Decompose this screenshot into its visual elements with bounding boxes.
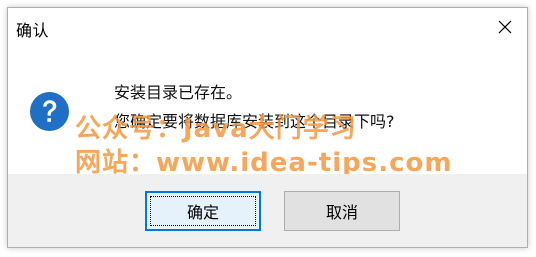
message-line-1: 安装目录已存在。	[114, 83, 243, 102]
ok-button[interactable]: 确定	[145, 191, 261, 231]
title-bar[interactable]: 确认	[8, 8, 527, 46]
dialog-title: 确认	[16, 21, 50, 40]
confirm-dialog: 确认 安装目录已存在。 您确定要将数据库安装到这个目录下吗? 公众号：Java大…	[7, 7, 528, 248]
cancel-button-label: 取消	[325, 203, 358, 222]
message-line-2: 您确定要将数据库安装到这个目录下吗?	[114, 112, 395, 131]
dialog-message: 安装目录已存在。 您确定要将数据库安装到这个目录下吗?	[114, 78, 395, 136]
dialog-content: 安装目录已存在。 您确定要将数据库安装到这个目录下吗? 公众号：Java大门学习…	[8, 46, 527, 178]
question-icon	[30, 92, 69, 131]
button-bar: 确定 取消	[8, 174, 527, 247]
close-button[interactable]	[483, 8, 527, 46]
focus-ring	[150, 196, 256, 226]
cancel-button[interactable]: 取消	[284, 191, 400, 231]
close-icon	[498, 20, 512, 34]
